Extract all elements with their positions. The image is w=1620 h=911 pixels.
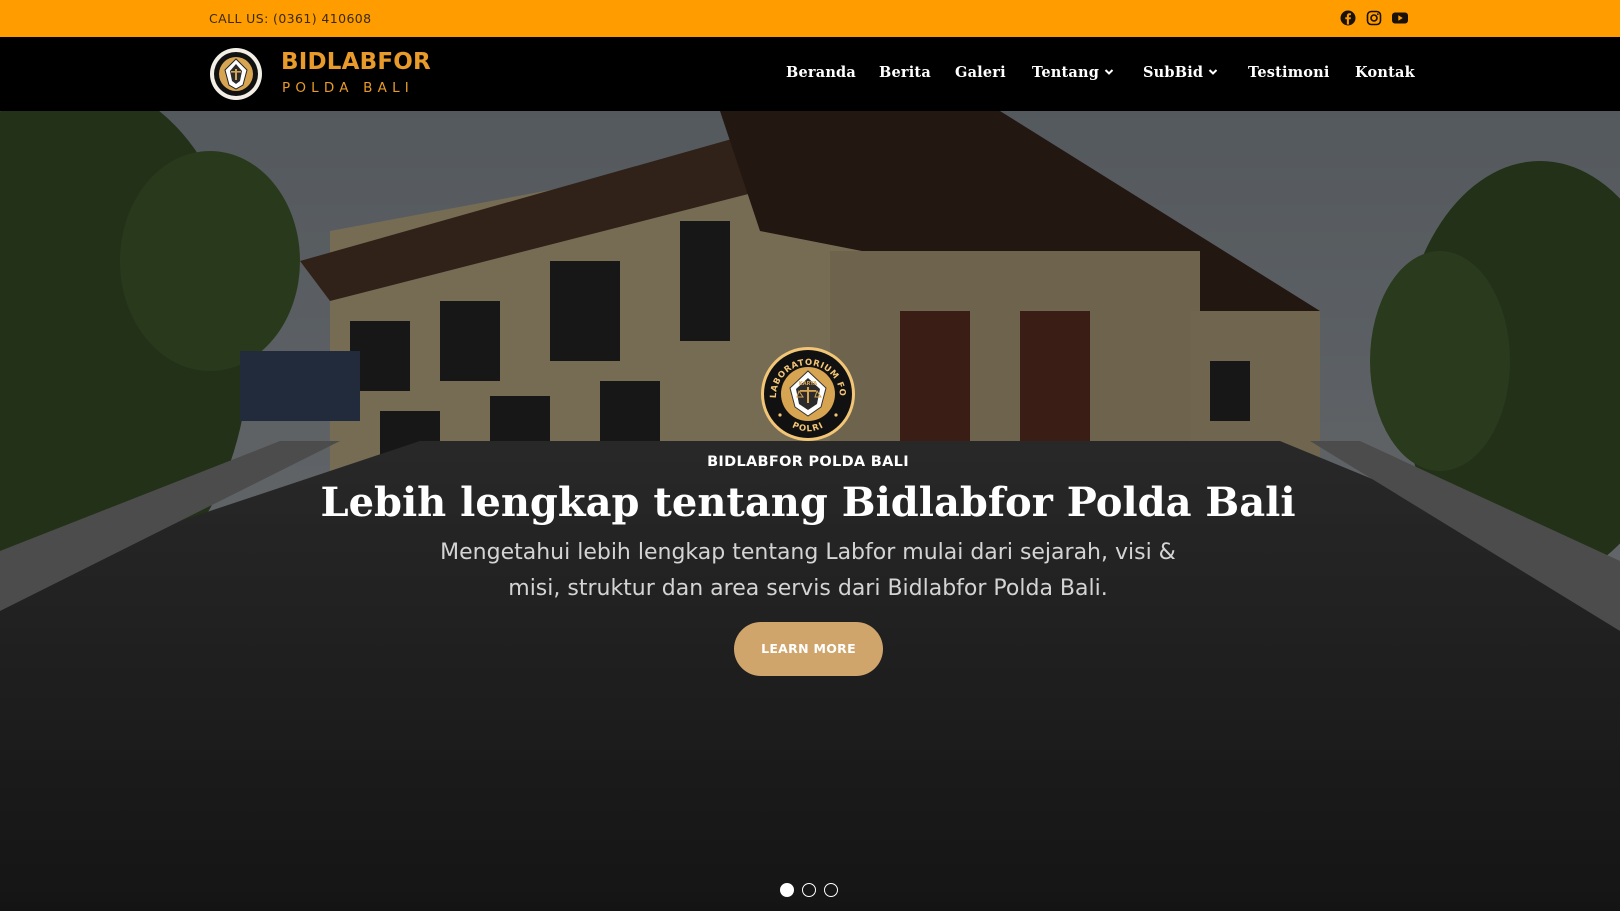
chevron-down-icon	[1209, 68, 1218, 75]
nav-item-label: Beranda	[786, 64, 856, 81]
nav-item-tentang[interactable]: Tentang	[1032, 64, 1114, 81]
youtube-icon[interactable]	[1391, 10, 1409, 26]
nav-item-galeri[interactable]: Galeri	[955, 64, 1006, 81]
facebook-icon[interactable]	[1340, 10, 1356, 26]
slider-dot-1[interactable]	[780, 883, 794, 897]
learn-more-button[interactable]: LEARN MORE	[734, 622, 883, 676]
logo-title[interactable]: BIDLABFOR	[281, 49, 431, 75]
nav-item-kontak[interactable]: Kontak	[1355, 64, 1415, 81]
nav-item-label: Berita	[879, 64, 931, 81]
call-us-text: CALL US: (0361) 410608	[209, 11, 372, 26]
instagram-icon[interactable]	[1366, 10, 1382, 26]
nav-item-label: Galeri	[955, 64, 1006, 81]
nav-item-label: Tentang	[1032, 64, 1100, 81]
nav-item-berita[interactable]: Berita	[879, 64, 931, 81]
hero-title: Lebih lengkap tentang Bidlabfor Polda Ba…	[320, 479, 1296, 526]
nav-item-testimoni[interactable]: Testimoni	[1248, 64, 1330, 81]
logo-subtitle[interactable]: POLDA BALI	[282, 80, 414, 96]
hero-description: Mengetahui lebih lengkap tentang Labfor …	[440, 540, 1176, 601]
forensic-lab-emblem: PUSAT LABORATORIUM FORENSIK POLRI KARYA	[755, 338, 857, 443]
nav-item-label: Testimoni	[1248, 64, 1330, 81]
slider-dot-3[interactable]	[824, 883, 838, 897]
nav-item-beranda[interactable]: Beranda	[786, 64, 856, 81]
slider-dot-2[interactable]	[802, 883, 816, 897]
hero-slider: PUSAT LABORATORIUM FORENSIK POLRI KARYA …	[0, 111, 1620, 911]
chevron-down-icon	[1104, 68, 1114, 75]
nav-item-label: Kontak	[1355, 64, 1415, 81]
top-bar: CALL US: (0361) 410608	[0, 0, 1620, 37]
nav-item-label: SubBid	[1143, 64, 1204, 81]
main-navigation: BIDLABFOR POLDA BALI Beranda Berita Gale…	[0, 37, 1620, 111]
hero-subtitle: BIDLABFOR POLDA BALI	[707, 454, 909, 470]
logo-emblem[interactable]	[209, 47, 263, 101]
nav-item-subbid[interactable]: SubBid	[1143, 64, 1218, 81]
emblem-center-text: KARYA	[799, 381, 817, 387]
